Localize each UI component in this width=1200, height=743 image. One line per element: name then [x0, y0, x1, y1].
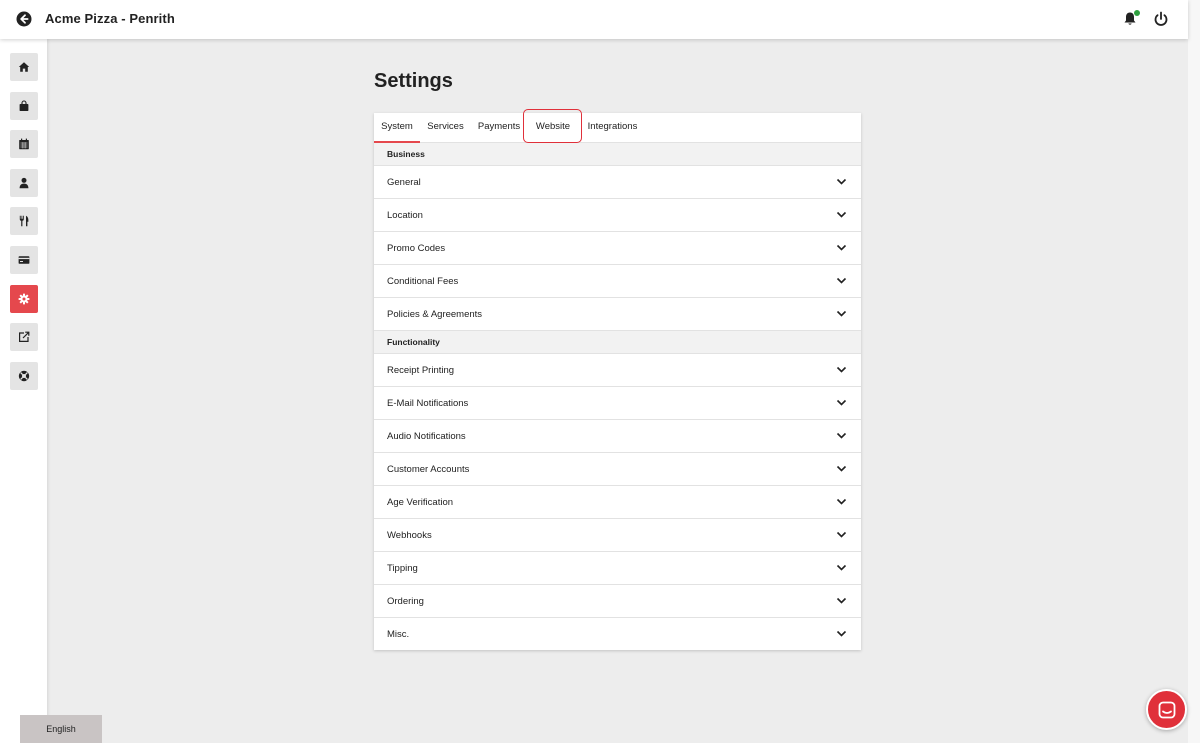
sidebar — [0, 39, 47, 743]
settings-row-webhooks[interactable]: Webhooks — [374, 519, 861, 552]
settings-row-audio-notifications[interactable]: Audio Notifications — [374, 420, 861, 453]
row-label: Webhooks — [387, 530, 432, 541]
scrollbar-track[interactable] — [1188, 0, 1200, 743]
chevron-down-icon — [836, 211, 847, 218]
chevron-down-icon — [836, 399, 847, 406]
chevron-down-icon — [836, 597, 847, 604]
row-label: Age Verification — [387, 497, 454, 508]
chevron-down-icon — [836, 277, 847, 284]
settings-row-location[interactable]: Location — [374, 199, 861, 232]
tab-services[interactable]: Services — [423, 113, 468, 143]
gear-icon — [18, 293, 30, 305]
chevron-down-icon — [836, 178, 847, 185]
notification-dot — [1134, 10, 1140, 16]
app-title: Acme Pizza - Penrith — [45, 11, 175, 26]
utensils-icon — [19, 215, 29, 227]
row-label: Policies & Agreements — [387, 309, 483, 320]
settings-row-policies-agreements[interactable]: Policies & Agreements — [374, 298, 861, 331]
tab-website[interactable]: Website — [529, 113, 577, 143]
row-label: Tipping — [387, 563, 418, 574]
settings-row-ordering[interactable]: Ordering — [374, 585, 861, 618]
user-icon — [19, 177, 29, 189]
row-label: Audio Notifications — [387, 431, 466, 442]
row-label: Customer Accounts — [387, 464, 470, 475]
row-label: General — [387, 177, 421, 188]
chevron-down-icon — [836, 366, 847, 373]
sidebar-item-menus[interactable] — [10, 207, 38, 235]
row-label: Conditional Fees — [387, 276, 459, 287]
sidebar-item-customers[interactable] — [10, 169, 38, 197]
row-label: Misc. — [387, 629, 410, 640]
chevron-down-icon — [836, 465, 847, 472]
external-link-icon — [19, 331, 30, 342]
tab-payments[interactable]: Payments — [476, 113, 522, 143]
settings-card: System Services Payments Website Integra… — [374, 109, 861, 651]
section-header-business: Business — [374, 143, 861, 166]
settings-row-tipping[interactable]: Tipping — [374, 552, 861, 585]
settings-tabs: System Services Payments Website Integra… — [374, 109, 861, 143]
language-button[interactable]: English — [20, 715, 102, 743]
chevron-down-icon — [836, 244, 847, 251]
sidebar-item-orders[interactable] — [10, 92, 38, 120]
row-label: Ordering — [387, 596, 424, 607]
sidebar-item-settings[interactable] — [10, 285, 38, 313]
arrow-left-circle-icon[interactable] — [16, 11, 32, 27]
chevron-down-icon — [836, 498, 847, 505]
chevron-down-icon — [836, 432, 847, 439]
credit-card-icon — [18, 256, 30, 264]
settings-row-age-verification[interactable]: Age Verification — [374, 486, 861, 519]
settings-row-promo-codes[interactable]: Promo Codes — [374, 232, 861, 265]
row-label: E-Mail Notifications — [387, 398, 469, 409]
settings-row-receipt-printing[interactable]: Receipt Printing — [374, 354, 861, 387]
tab-system[interactable]: System — [374, 113, 420, 143]
chevron-down-icon — [836, 630, 847, 637]
sidebar-item-billing[interactable] — [10, 246, 38, 274]
settings-row-customer-accounts[interactable]: Customer Accounts — [374, 453, 861, 486]
chevron-down-icon — [836, 564, 847, 571]
settings-row-general[interactable]: General — [374, 166, 861, 199]
settings-row-email-notifications[interactable]: E-Mail Notifications — [374, 387, 861, 420]
settings-row-conditional-fees[interactable]: Conditional Fees — [374, 265, 861, 298]
section-header-functionality: Functionality — [374, 331, 861, 354]
row-label: Promo Codes — [387, 243, 446, 254]
tab-integrations[interactable]: Integrations — [585, 113, 640, 143]
chat-button[interactable] — [1146, 689, 1187, 730]
row-label: Receipt Printing — [387, 365, 455, 376]
home-icon — [18, 62, 30, 72]
sidebar-item-home[interactable] — [10, 53, 38, 81]
power-icon[interactable] — [1153, 11, 1169, 27]
lifebuoy-icon — [18, 370, 30, 382]
chevron-down-icon — [836, 310, 847, 317]
sidebar-item-bookings[interactable] — [10, 130, 38, 158]
sidebar-item-support[interactable] — [10, 362, 38, 390]
page-title: Settings — [374, 70, 453, 92]
settings-row-misc[interactable]: Misc. — [374, 618, 861, 651]
row-label: Location — [387, 210, 423, 221]
chevron-down-icon — [836, 531, 847, 538]
calendar-icon — [19, 138, 29, 150]
shopping-bag-icon — [19, 100, 29, 111]
sidebar-item-external[interactable] — [10, 323, 38, 351]
top-bar: Acme Pizza - Penrith — [0, 0, 1188, 39]
chat-icon — [1158, 701, 1175, 718]
